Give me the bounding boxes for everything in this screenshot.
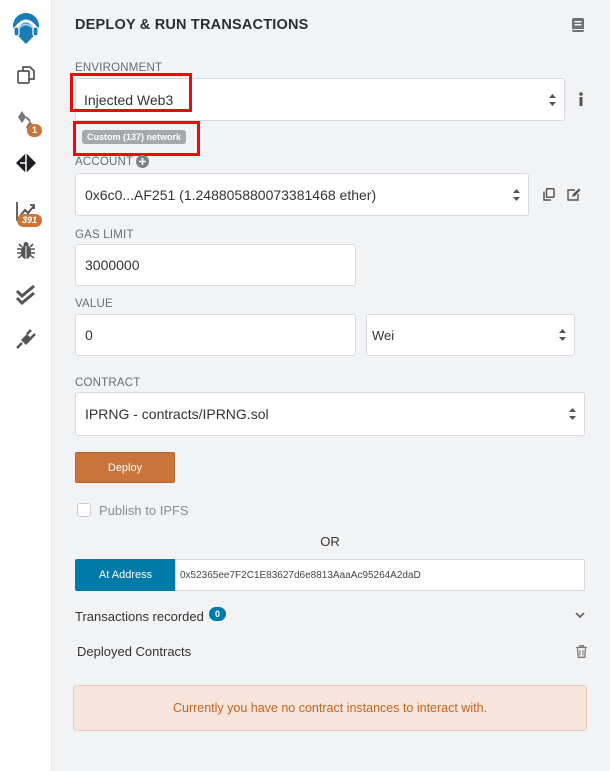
transactions-count-badge: 0 [209,607,226,621]
deployed-contracts-label: Deployed Contracts [77,644,192,659]
remix-logo-icon[interactable] [0,10,52,46]
gas-limit-input[interactable]: 3000000 [75,244,356,286]
value-label: VALUE [75,298,113,310]
analysis-badge: 391 [17,214,43,227]
value-amount: 0 [85,327,93,343]
environment-highlight-box [70,73,192,112]
compiler-badge: 1 [27,124,43,137]
publish-ipfs-label: Publish to IPFS [99,503,189,518]
add-account-icon[interactable] [136,155,149,168]
contract-label: CONTRACT [75,377,141,389]
select-arrows-icon [513,188,520,201]
or-separator: OR [320,534,340,549]
value-input[interactable]: 0 [75,314,356,356]
account-select[interactable]: 0x6c0...AF251 (1.248805880073381468 ethe… [75,173,529,216]
account-value: 0x6c0...AF251 (1.248805880073381468 ethe… [85,186,377,203]
publish-ipfs-checkbox[interactable] [77,503,91,517]
analysis-icon[interactable]: 391 [0,194,52,228]
info-icon[interactable] [574,90,588,108]
plugin-manager-icon[interactable] [0,324,52,354]
debugger-icon[interactable] [0,236,52,266]
no-instances-alert: Currently you have no contract instances… [73,685,587,731]
deploy-run-icon[interactable] [0,148,52,178]
solidity-compiler-icon[interactable]: 1 [0,105,52,139]
transactions-recorded-label[interactable]: Transactions recorded [75,609,204,624]
select-arrows-icon [559,329,566,341]
value-unit-select[interactable]: Wei [366,314,575,356]
icon-panel: 1 391 [0,0,52,771]
copy-icon[interactable] [542,186,556,202]
chevron-down-icon[interactable] [573,608,587,622]
trash-icon[interactable] [574,643,588,659]
at-address-button[interactable]: At Address [75,559,176,591]
file-explorer-icon[interactable] [0,60,52,90]
value-unit: Wei [372,327,395,343]
panel-title: DEPLOY & RUN TRANSACTIONS [75,17,309,33]
gas-limit-label: GAS LIMIT [75,229,134,241]
deploy-run-panel: DEPLOY & RUN TRANSACTIONS ENVIRONMENT In… [52,0,610,771]
contract-select[interactable]: IPRNG - contracts/IPRNG.sol [75,392,585,436]
edit-icon[interactable] [566,186,582,202]
documentation-icon[interactable] [571,17,585,33]
at-address-value: 0x52365ee7F2C1E83627d6e8813AaaAc95264A2d… [180,569,421,581]
network-highlight-box [73,121,200,156]
account-label: ACCOUNT [75,156,134,168]
contract-value: IPRNG - contracts/IPRNG.sol [85,406,269,422]
deploy-button[interactable]: Deploy [75,452,175,483]
gas-limit-value: 3000000 [85,257,140,273]
select-arrows-icon [569,408,576,420]
at-address-input[interactable]: 0x52365ee7F2C1E83627d6e8813AaaAc95264A2d… [175,559,585,591]
select-arrows-icon [549,93,556,106]
tests-icon[interactable] [0,280,52,310]
